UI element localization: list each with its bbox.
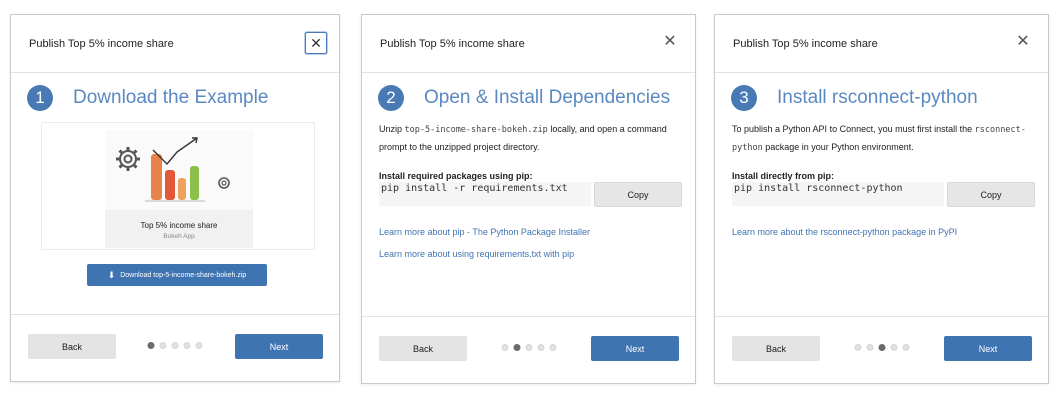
dialog-footer: Back Next [11,314,339,381]
desc-text: To publish a Python API to Connect, you … [732,124,975,134]
step-indicator [147,342,203,349]
pip-label: Install required packages using pip: [379,171,533,181]
dialog-title: Publish Top 5% income share [29,38,174,50]
dialog-footer: Back Next [362,316,695,383]
step-dot [525,344,532,351]
desc-text: Unzip [379,124,405,134]
publish-dialog-step-1: Publish Top 5% income share ✕ 1 Download… [10,14,340,382]
dialog-title: Publish Top 5% income share [380,38,525,50]
command-text[interactable]: pip install -r requirements.txt [379,182,591,206]
step-dot [159,342,167,349]
step-title: Install rsconnect-python [777,87,978,108]
card-caption: Top 5% income share Bokeh App [105,210,253,248]
requirements-link[interactable]: Learn more about using requirements.txt … [379,249,574,259]
next-button[interactable]: Next [944,336,1032,361]
close-icon[interactable]: ✕ [1014,33,1032,51]
download-label: Download top-5-income-share-bokeh.zip [120,271,247,279]
step-dot [171,342,179,349]
step-heading: 1 Download the Example [27,85,268,111]
back-button[interactable]: Back [28,334,116,359]
step-dot [195,342,203,349]
step-dot [854,344,861,351]
copy-button[interactable]: Copy [594,182,682,207]
step-dot [890,344,897,351]
step-dot [183,342,191,349]
step-number: 2 [378,85,404,111]
card-name: Top 5% income share [140,221,218,230]
dialog-footer: Back Next [715,316,1048,383]
pypi-link[interactable]: Learn more about the rsconnect-python pa… [732,227,957,237]
zip-filename: top-5-income-share-bokeh.zip [404,125,548,135]
close-icon[interactable]: ✕ [661,33,679,51]
publish-dialog-step-2: Publish Top 5% income share ✕ 2 Open & I… [361,14,696,384]
dialog-header: Publish Top 5% income share ✕ [715,15,1048,73]
next-button[interactable]: Next [591,336,679,361]
copy-button[interactable]: Copy [947,182,1035,207]
chart-thumbnail-icon [105,130,253,210]
step-title: Open & Install Dependencies [424,87,671,108]
desc-text: package in your Python environment. [762,142,914,152]
step-dot [147,342,155,349]
example-preview-card: Top 5% income share Bokeh App [41,122,315,250]
step-dot [549,344,556,351]
dialog-title: Publish Top 5% income share [733,38,878,50]
command-text[interactable]: pip install rsconnect-python [732,182,944,206]
step-dot [902,344,909,351]
dialog-header: Publish Top 5% income share ✕ [11,15,339,73]
step-dot [866,344,873,351]
step-dot [537,344,544,351]
step-indicator [501,344,556,351]
step-dot [513,344,520,351]
step-description: Unzip top-5-income-share-bokeh.zip local… [379,121,679,156]
dialog-header: Publish Top 5% income share ✕ [362,15,695,73]
step-dot [501,344,508,351]
step-heading: 3 Install rsconnect-python [731,85,978,111]
download-button[interactable]: ⬇ Download top-5-income-share-bokeh.zip [87,264,267,286]
next-button[interactable]: Next [235,334,323,359]
publish-dialog-step-3: Publish Top 5% income share ✕ 3 Install … [714,14,1049,384]
step-indicator [854,344,909,351]
back-button[interactable]: Back [732,336,820,361]
close-icon[interactable]: ✕ [305,32,327,54]
step-heading: 2 Open & Install Dependencies [378,85,670,111]
pip-label: Install directly from pip: [732,171,835,181]
step-dot [878,344,885,351]
back-button[interactable]: Back [379,336,467,361]
pip-link[interactable]: Learn more about pip - The Python Packag… [379,227,590,237]
download-icon: ⬇ [107,269,116,280]
step-number: 3 [731,85,757,111]
step-title: Download the Example [73,87,269,108]
card-type: Bokeh App [163,233,195,240]
step-description: To publish a Python API to Connect, you … [732,121,1032,157]
step-number: 1 [27,85,53,111]
